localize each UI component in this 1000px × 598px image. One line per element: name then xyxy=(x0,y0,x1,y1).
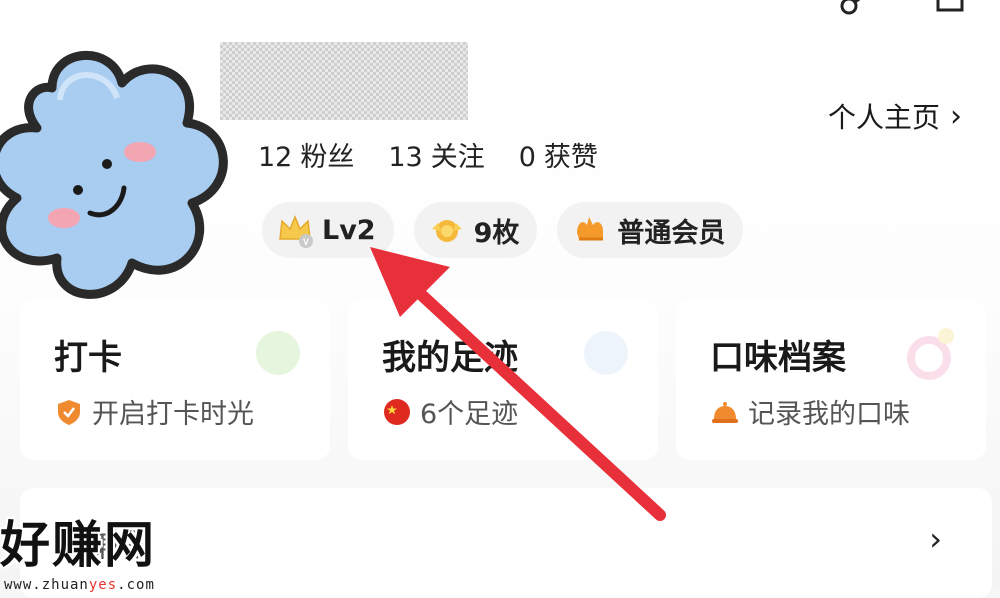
likes-label: 获赞 xyxy=(543,142,598,173)
profile-stats: 12 粉丝 13 关注 0 获赞 xyxy=(258,135,606,174)
avatar[interactable] xyxy=(0,28,252,308)
scan-icon[interactable] xyxy=(835,0,875,18)
level-badge[interactable]: V Lv2 xyxy=(262,202,394,258)
dish-cover-icon xyxy=(712,401,738,423)
checkin-subtitle: 开启打卡时光 xyxy=(92,399,254,430)
watermark-url: www.zhuanyes.com xyxy=(4,577,155,593)
followers-label: 粉丝 xyxy=(300,142,355,173)
footprint-deco-icon xyxy=(584,331,628,375)
following-count: 13 xyxy=(388,142,423,173)
footprint-title: 我的足迹 xyxy=(382,338,518,378)
chevron-right-icon: › xyxy=(950,98,962,134)
personal-homepage-link[interactable]: 个人主页 › xyxy=(828,96,962,136)
username-mosaic xyxy=(220,42,468,120)
level-crown-icon: V xyxy=(279,215,313,248)
checkin-subtitle-row: 开启打卡时光 xyxy=(54,392,254,431)
checkin-title: 打卡 xyxy=(54,338,122,378)
followers-count: 12 xyxy=(258,142,293,173)
membership-label: 普通会员 xyxy=(617,217,726,249)
personal-homepage-label: 个人主页 xyxy=(827,101,940,134)
coin-medal-icon xyxy=(431,220,462,242)
likes-stat[interactable]: 0 获赞 xyxy=(519,135,606,174)
checkin-deco-icon xyxy=(256,331,300,375)
badge-row: V Lv2 9枚 普通会员 xyxy=(262,202,744,258)
taste-deco-icon xyxy=(907,328,954,380)
coins-label: 9枚 xyxy=(473,217,520,249)
member-hand-icon xyxy=(577,217,604,241)
level-label: Lv2 xyxy=(322,214,376,246)
settings-icon[interactable] xyxy=(930,0,970,18)
footprint-subtitle: 6个足迹 xyxy=(420,399,519,430)
footprint-subtitle-row: 6个足迹 xyxy=(382,392,518,431)
svg-text:V: V xyxy=(303,237,309,247)
checkin-card[interactable]: 打卡 开启打卡时光 xyxy=(20,300,330,460)
china-flag-icon xyxy=(384,398,410,425)
feature-cards: 打卡 开启打卡时光 我的足迹 6个足迹 口味档案 记录我的口味 xyxy=(20,300,1000,460)
watermark-text: 好赚网 xyxy=(0,516,156,574)
taste-profile-title: 口味档案 xyxy=(710,338,846,378)
membership-badge[interactable]: 普通会员 xyxy=(557,202,744,258)
taste-profile-card[interactable]: 口味档案 记录我的口味 xyxy=(676,300,986,460)
footprint-card[interactable]: 我的足迹 6个足迹 xyxy=(348,300,658,460)
chevron-right-icon: › xyxy=(929,520,942,558)
following-label: 关注 xyxy=(430,142,485,173)
watermark: 好赚网 www.zhuanyes.com xyxy=(0,505,200,593)
coins-badge[interactable]: 9枚 xyxy=(413,202,538,258)
taste-profile-subtitle-row: 记录我的口味 xyxy=(710,392,910,431)
taste-profile-subtitle: 记录我的口味 xyxy=(748,399,910,430)
top-icons xyxy=(835,0,970,18)
likes-count: 0 xyxy=(518,142,536,173)
followers-stat[interactable]: 12 粉丝 xyxy=(258,135,362,174)
following-stat[interactable]: 13 关注 xyxy=(388,135,492,174)
checkin-shield-icon xyxy=(58,399,80,425)
